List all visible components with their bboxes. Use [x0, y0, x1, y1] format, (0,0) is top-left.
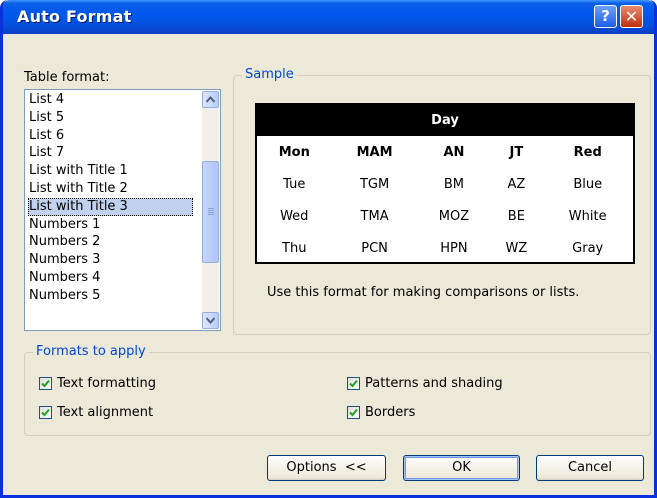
grip-line: [208, 214, 214, 215]
checkmark-icon: [349, 408, 358, 417]
checkbox-box[interactable]: [39, 406, 52, 419]
checkmark-icon: [41, 408, 50, 417]
list-scrollbar[interactable]: [202, 91, 219, 329]
title-bar[interactable]: Auto Format ? ✕: [3, 0, 654, 34]
sample-col-header: Mon: [278, 144, 310, 160]
sample-cell: TGM: [359, 176, 390, 192]
text-formatting-checkbox[interactable]: Text formatting: [39, 376, 156, 391]
ok-button[interactable]: OK: [403, 455, 520, 481]
checkbox-label: Borders: [365, 405, 416, 420]
sample-cell: Thu: [282, 240, 307, 256]
table-format-list[interactable]: List 4 List 5 List 6 List 7 List with Ti…: [24, 89, 221, 331]
list-item[interactable]: Numbers 1: [28, 216, 193, 234]
sample-col-header: MAM: [356, 144, 393, 160]
auto-format-dialog: Auto Format ? ✕ Table format: List 4 Lis…: [0, 0, 657, 498]
list-item[interactable]: List 7: [28, 144, 193, 162]
checkmark-icon: [349, 379, 358, 388]
list-item[interactable]: List 6: [28, 127, 193, 145]
sample-cell: AZ: [507, 176, 526, 192]
patterns-shading-checkbox[interactable]: Patterns and shading: [347, 376, 503, 391]
scroll-thumb[interactable]: [202, 161, 219, 263]
sample-cell: PCN: [361, 240, 388, 256]
sample-cell: TMA: [360, 208, 389, 224]
checkbox-box[interactable]: [347, 377, 360, 390]
borders-checkbox[interactable]: Borders: [347, 405, 415, 420]
sample-preview: Day Mon MAM AN JT Red Tue TGM BM AZ Blue…: [255, 103, 635, 264]
sample-header: Day: [257, 105, 633, 136]
sample-legend: Sample: [242, 67, 297, 82]
formats-group: Formats to apply: [24, 344, 651, 436]
checkbox-label: Text alignment: [57, 405, 154, 420]
list-item[interactable]: List with Title 2: [28, 180, 193, 198]
sample-cell: BM: [443, 176, 465, 192]
list-item[interactable]: Numbers 4: [28, 269, 193, 287]
sample-col-header: AN: [443, 144, 465, 160]
checkbox-label: Text formatting: [57, 376, 156, 391]
list-item[interactable]: List with Title 1: [28, 162, 193, 180]
chevron-up-icon: [206, 96, 215, 103]
cancel-button[interactable]: Cancel: [536, 455, 644, 481]
chevron-down-icon: [206, 317, 215, 324]
sample-cell: Wed: [280, 208, 309, 224]
grip-line: [208, 210, 214, 211]
list-item[interactable]: Numbers 5: [28, 287, 193, 305]
sample-col-header: JT: [509, 144, 524, 160]
checkmark-icon: [41, 379, 50, 388]
table-format-label: Table format:: [24, 70, 110, 85]
sample-cell: Tue: [283, 176, 306, 192]
sample-description: Use this format for making comparisons o…: [267, 285, 580, 300]
scroll-down-button[interactable]: [202, 312, 219, 329]
sample-col-header: Red: [573, 144, 602, 160]
checkbox-box[interactable]: [39, 377, 52, 390]
list-item[interactable]: Numbers 2: [28, 233, 193, 251]
sample-cell: BE: [507, 208, 525, 224]
list-item[interactable]: List 4: [28, 91, 193, 109]
list-item-selected[interactable]: List with Title 3: [28, 197, 193, 216]
text-alignment-checkbox[interactable]: Text alignment: [39, 405, 153, 420]
list-item[interactable]: Numbers 3: [28, 251, 193, 269]
grip-line: [208, 208, 214, 209]
options-button[interactable]: Options <<: [267, 455, 386, 481]
sample-cell: White: [568, 208, 607, 224]
formats-legend: Formats to apply: [33, 344, 149, 359]
table-format-items: List 4 List 5 List 6 List 7 List with Ti…: [28, 91, 193, 305]
grip-line: [208, 212, 214, 213]
sample-cell: Blue: [573, 176, 603, 192]
sample-table: Day Mon MAM AN JT Red Tue TGM BM AZ Blue…: [257, 105, 633, 264]
sample-cell: Gray: [572, 240, 604, 256]
scroll-up-button[interactable]: [202, 91, 219, 108]
sample-cell: WZ: [505, 240, 528, 256]
list-item[interactable]: List 5: [28, 109, 193, 127]
window-title: Auto Format: [17, 7, 132, 26]
close-button[interactable]: ✕: [620, 5, 643, 28]
sample-cell: HPN: [440, 240, 468, 256]
help-button[interactable]: ?: [594, 5, 617, 28]
checkbox-box[interactable]: [347, 406, 360, 419]
checkbox-label: Patterns and shading: [365, 376, 503, 391]
sample-cell: MOZ: [438, 208, 470, 224]
